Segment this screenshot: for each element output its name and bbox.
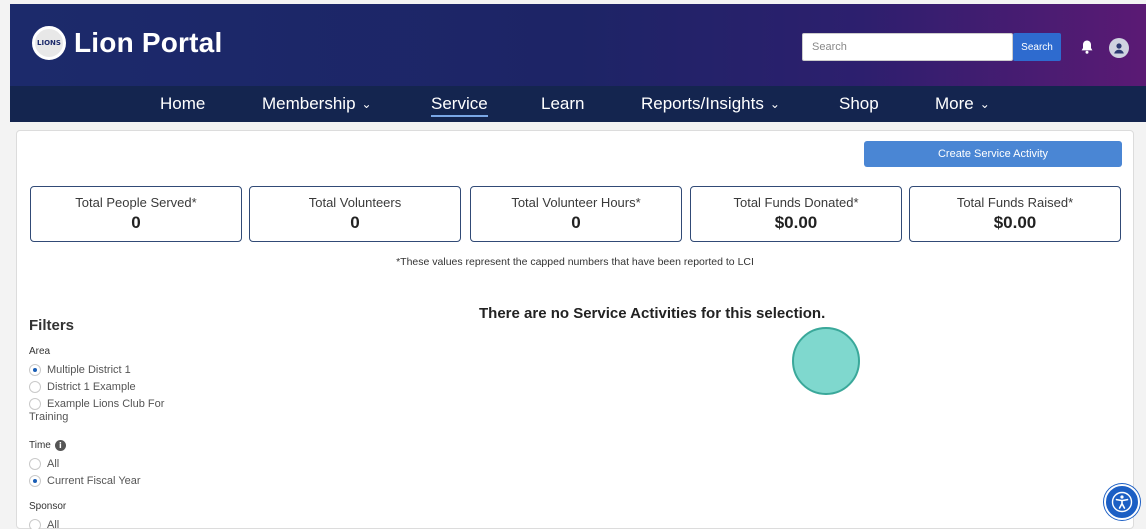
- stat-value: 0: [571, 213, 581, 232]
- nav-item-membership[interactable]: Membership ⌄: [262, 86, 372, 122]
- chevron-down-icon: ⌄: [769, 97, 780, 111]
- filter-group-time: Time i: [29, 440, 229, 451]
- radio-button[interactable]: [29, 380, 41, 393]
- logo[interactable]: LIONS Lion Portal: [32, 26, 222, 60]
- create-service-activity-button[interactable]: Create Service Activity: [864, 141, 1122, 167]
- stat-total-funds-raised: Total Funds Raised* $0.00: [909, 186, 1121, 242]
- radio-time-current-fiscal-year[interactable]: Current Fiscal Year: [29, 472, 229, 489]
- header-bar: LIONS Lion Portal Search Search: [10, 4, 1146, 86]
- stat-total-volunteers: Total Volunteers 0: [249, 186, 461, 242]
- capped-values-note: *These values represent the capped numbe…: [396, 256, 754, 268]
- filters-panel: Filters Area Multiple District 1 Distric…: [29, 317, 229, 529]
- filters-title: Filters: [29, 317, 75, 334]
- radio-label-continuation: Training: [29, 411, 69, 423]
- click-indicator: [792, 327, 860, 395]
- empty-state-message: There are no Service Activities for this…: [479, 305, 826, 322]
- bell-icon[interactable]: [1079, 39, 1095, 55]
- nav-item-reports-insights[interactable]: Reports/Insights ⌄: [641, 86, 780, 122]
- chevron-down-icon: ⌄: [361, 97, 372, 111]
- stat-total-people-served: Total People Served* 0: [30, 186, 242, 242]
- stat-value: $0.00: [993, 213, 1037, 232]
- main-nav: Home Membership ⌄ Service Learn Reports/…: [10, 86, 1146, 122]
- radio-button[interactable]: [29, 518, 41, 529]
- nav-item-shop[interactable]: Shop: [839, 86, 879, 122]
- radio-area-multiple-district-1[interactable]: Multiple District 1: [29, 361, 229, 378]
- filter-group-area: Area: [29, 346, 51, 357]
- radio-button[interactable]: [29, 397, 41, 410]
- radio-button[interactable]: [29, 474, 41, 487]
- app-title: Lion Portal: [74, 27, 223, 58]
- radio-button[interactable]: [29, 457, 41, 470]
- stat-value: 0: [131, 213, 141, 232]
- accessibility-icon[interactable]: [1104, 484, 1140, 520]
- stat-value: $0.00: [774, 213, 818, 232]
- stat-label: Total Volunteers: [308, 195, 402, 210]
- nav-item-home[interactable]: Home: [160, 86, 205, 122]
- radio-time-all[interactable]: All: [29, 455, 229, 472]
- filter-group-sponsor: Sponsor: [29, 501, 67, 512]
- search-input[interactable]: Search: [802, 33, 1013, 61]
- search-button[interactable]: Search: [1013, 33, 1061, 61]
- nav-item-more[interactable]: More ⌄: [935, 86, 990, 122]
- radio-button[interactable]: [29, 363, 41, 376]
- stat-total-funds-donated: Total Funds Donated* $0.00: [690, 186, 902, 242]
- nav-item-learn[interactable]: Learn: [541, 86, 584, 122]
- stat-label: Total Funds Donated*: [733, 195, 859, 210]
- radio-sponsor-all[interactable]: All: [29, 516, 229, 529]
- radio-area-example-lions-club[interactable]: Example Lions Club For: [29, 395, 229, 412]
- user-avatar-icon[interactable]: [1109, 38, 1129, 58]
- stat-total-volunteer-hours: Total Volunteer Hours* 0: [470, 186, 682, 242]
- nav-item-service[interactable]: Service: [431, 86, 488, 122]
- stat-label: Total Volunteer Hours*: [511, 195, 641, 210]
- service-dashboard-card: Create Service Activity Total People Ser…: [16, 130, 1134, 529]
- search-placeholder: Search: [812, 41, 847, 53]
- chevron-down-icon: ⌄: [979, 97, 990, 111]
- stat-label: Total People Served*: [75, 195, 197, 210]
- lions-logo-icon: LIONS: [32, 26, 66, 60]
- stat-label: Total Funds Raised*: [956, 195, 1074, 210]
- stat-value: 0: [350, 213, 360, 232]
- info-icon[interactable]: i: [54, 440, 66, 451]
- radio-area-district-1-example[interactable]: District 1 Example: [29, 378, 229, 395]
